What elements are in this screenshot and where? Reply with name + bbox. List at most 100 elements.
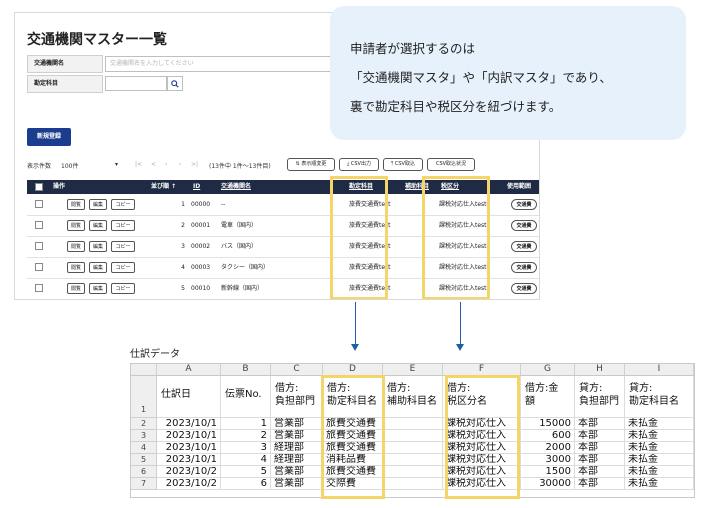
sheet-cell: 2023/10/2: [157, 478, 221, 490]
csv-import-status-button[interactable]: CSV取込状況: [427, 158, 475, 171]
sheet-header-cell: 伝票No.: [221, 376, 271, 418]
usage-tag-transport[interactable]: 交通費: [511, 220, 537, 231]
next-button[interactable]: ›: [179, 161, 181, 168]
row-number: 5: [131, 454, 157, 466]
copy-button[interactable]: コピー: [111, 283, 135, 294]
csv-export-button[interactable]: ⤓ CSV出力: [339, 158, 379, 171]
usage-tag-transport[interactable]: 交通費: [511, 262, 537, 273]
usage-tag-transport[interactable]: 交通費: [511, 241, 537, 252]
sheet-cell: 3000: [521, 454, 575, 466]
sheet-header-cell: 仕訳日: [157, 376, 221, 418]
sort-order-cell: 3: [181, 243, 185, 250]
sheet-corner: [131, 364, 157, 376]
col-id[interactable]: ID: [193, 180, 200, 194]
id-cell: 00003: [191, 264, 211, 271]
csv-import-button[interactable]: ⤒ CSV取込: [383, 158, 423, 171]
row-checkbox[interactable]: [35, 200, 43, 208]
col-name[interactable]: 交通機関名: [221, 180, 251, 194]
select-all-checkbox[interactable]: [35, 183, 43, 191]
edit-button[interactable]: 編集: [89, 262, 107, 273]
usage-tag-other[interactable]: 国: [539, 241, 540, 252]
sheet-cell: 課税対応仕入: [443, 442, 521, 454]
row-number: 6: [131, 466, 157, 478]
view-button[interactable]: 閲覧: [67, 241, 85, 252]
copy-button[interactable]: コピー: [111, 220, 135, 231]
row-checkbox[interactable]: [35, 242, 43, 250]
sheet-cell: 未払金: [625, 442, 694, 454]
view-button[interactable]: 閲覧: [67, 220, 85, 231]
usage-tag-other[interactable]: 国: [539, 283, 540, 294]
sheet-cell: 2: [221, 430, 271, 442]
column-letter: C: [271, 364, 323, 376]
name-cell: バス（国内）: [221, 243, 258, 250]
sheet-cell: 営業部: [271, 466, 323, 478]
usage-tag-transport[interactable]: 交通費: [511, 283, 537, 294]
account-search-button[interactable]: [167, 76, 183, 91]
row-checkbox[interactable]: [35, 263, 43, 271]
tax-cell: 課税対応仕入test: [439, 201, 487, 208]
table-row: 閲覧 編集 コピー 4 00003 タクシー（国内） 旅費交通費test 課税対応仕入test…: [27, 258, 540, 279]
sheet-header-cell: 借方: 負担部門: [271, 376, 323, 418]
sheet-cell: 1: [221, 418, 271, 430]
view-button[interactable]: 閲覧: [67, 283, 85, 294]
sheet-cell: 旅費交通費: [323, 442, 383, 454]
col-account[interactable]: 勘定科目: [349, 180, 373, 194]
sheet-cell: 4: [221, 454, 271, 466]
row-checkbox[interactable]: [35, 221, 43, 229]
edit-button[interactable]: 編集: [89, 199, 107, 210]
view-button[interactable]: 閲覧: [67, 199, 85, 210]
row-number: 2: [131, 418, 157, 430]
usage-tag-other[interactable]: 国: [539, 199, 540, 210]
prev-page-button[interactable]: <: [151, 161, 156, 168]
bubble-line-1: 申請者が選択するのは: [350, 41, 476, 56]
sheet-cell: 3: [221, 442, 271, 454]
sheet-cell: 課税対応仕入: [443, 478, 521, 490]
new-register-button[interactable]: 新規登録: [27, 128, 71, 146]
name-cell: 新幹線（国内）: [221, 285, 264, 292]
sheet-header-cell: 借方:金額: [521, 376, 575, 418]
usage-tag-transport[interactable]: 交通費: [511, 199, 537, 210]
sheet-cell: 旅費交通費: [323, 466, 383, 478]
name-filter-input[interactable]: 交通機関名を入力してください: [105, 56, 335, 72]
sheet-cell: [383, 418, 443, 430]
col-sort-order[interactable]: 並び順 ↑: [151, 180, 176, 194]
copy-button[interactable]: コピー: [111, 199, 135, 210]
table-header: 操作 並び順 ↑ ID 交通機関名 勘定科目 補助科目 税区分 使用範囲（機能: [27, 180, 539, 204]
sheet-cell: 経理部: [271, 454, 323, 466]
usage-tag-other[interactable]: 国: [539, 262, 540, 273]
column-letter: F: [443, 364, 521, 376]
sheet-cell: 未払金: [625, 418, 694, 430]
row-checkbox[interactable]: [35, 284, 43, 292]
copy-button[interactable]: コピー: [111, 241, 135, 252]
sheet-cell: 未払金: [625, 466, 694, 478]
edit-button[interactable]: 編集: [89, 241, 107, 252]
tax-cell: 課税対応仕入test: [439, 264, 487, 271]
copy-button[interactable]: コピー: [111, 262, 135, 273]
sheet-cell: 2023/10/1: [157, 418, 221, 430]
id-cell: 00010: [191, 285, 211, 292]
prev-button[interactable]: ‹: [165, 161, 167, 168]
display-count-select[interactable]: 100件: [61, 161, 78, 170]
sheet-cell: [383, 454, 443, 466]
sheet-cell: 2023/10/2: [157, 466, 221, 478]
sheet-cell: 未払金: [625, 478, 694, 490]
column-letter: E: [383, 364, 443, 376]
range-text: (13件中 1件〜13件目): [209, 163, 271, 170]
bubble-line-2: 「交通機関マスタ」や「内訳マスタ」であり、: [350, 70, 612, 85]
column-letter: A: [157, 364, 221, 376]
order-change-button[interactable]: ⇅ 表示順変更: [287, 158, 335, 171]
sheet-header-cell: 借方: 補助科目名: [383, 376, 443, 418]
first-page-button[interactable]: |<: [135, 161, 142, 168]
edit-button[interactable]: 編集: [89, 283, 107, 294]
account-filter-input[interactable]: [105, 76, 167, 91]
col-sub-account[interactable]: 補助科目: [405, 180, 429, 194]
usage-tag-other[interactable]: 国: [539, 220, 540, 231]
tax-cell: 課税対応仕入test: [439, 222, 487, 229]
view-button[interactable]: 閲覧: [67, 262, 85, 273]
name-cell: 電車（国内）: [221, 222, 258, 229]
csv-import-label: CSV取込: [394, 161, 415, 167]
last-page-button[interactable]: >|: [191, 161, 198, 168]
edit-button[interactable]: 編集: [89, 220, 107, 231]
column-letter: B: [221, 364, 271, 376]
col-tax[interactable]: 税区分: [441, 180, 459, 194]
